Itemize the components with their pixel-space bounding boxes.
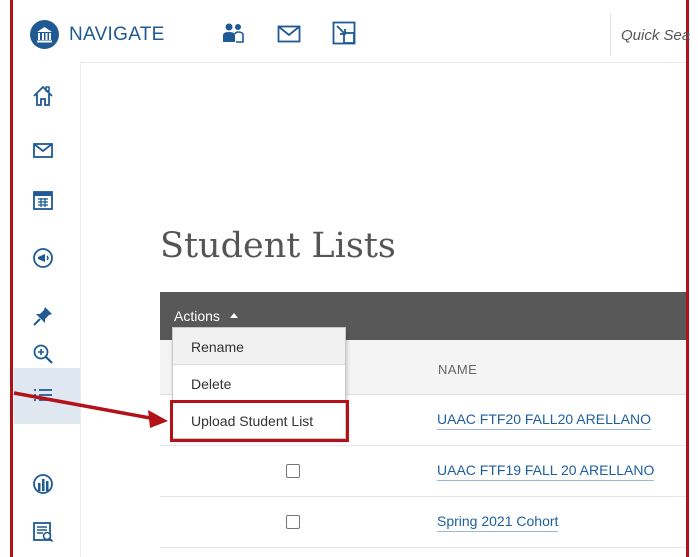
callout-arrow-icon	[13, 391, 168, 428]
